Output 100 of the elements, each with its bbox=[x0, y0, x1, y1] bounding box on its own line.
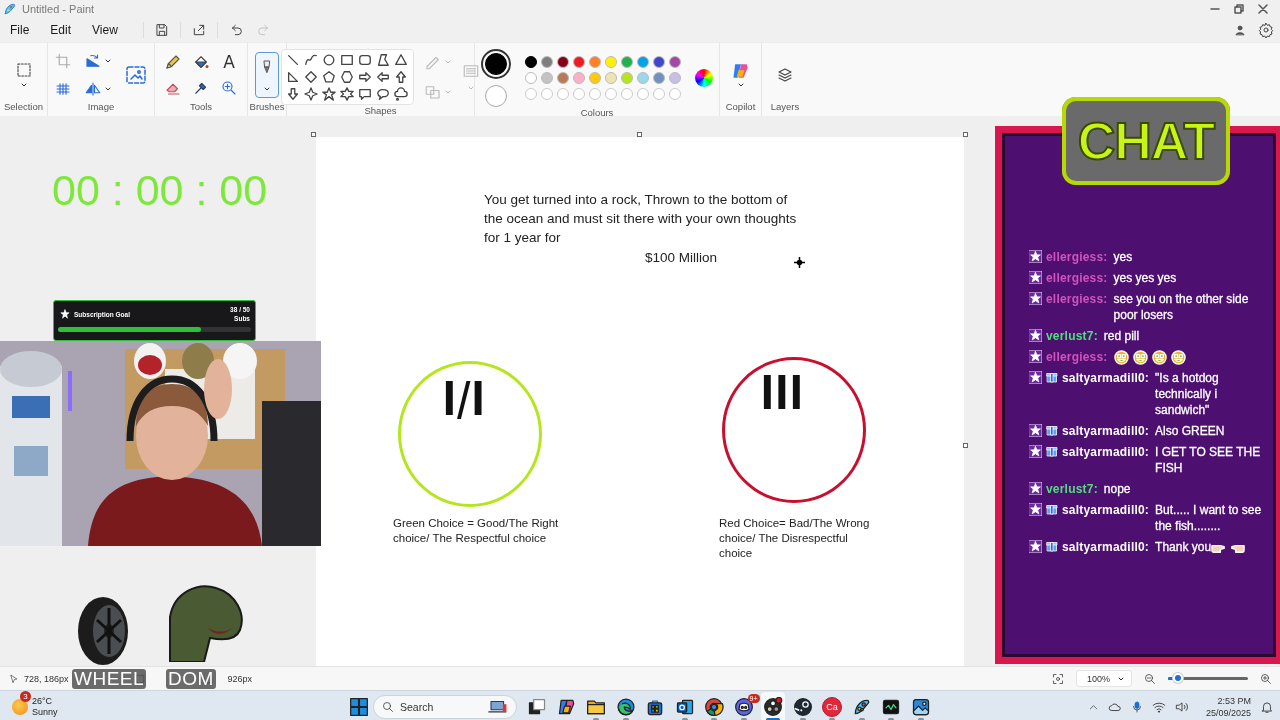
speech-bubble-icon[interactable] bbox=[358, 87, 372, 101]
brush-button[interactable] bbox=[255, 52, 279, 98]
polygon-icon[interactable] bbox=[376, 53, 390, 67]
colour-swatch[interactable] bbox=[557, 72, 569, 84]
chat-username[interactable]: ellergiess: bbox=[1046, 349, 1108, 365]
microphone-icon[interactable] bbox=[1130, 700, 1143, 714]
colour-swatch[interactable] bbox=[669, 56, 681, 68]
rotate-icon[interactable] bbox=[84, 52, 102, 70]
empty-swatch[interactable] bbox=[557, 88, 569, 100]
empty-swatch[interactable] bbox=[621, 88, 633, 100]
zoom-icon[interactable] bbox=[220, 79, 238, 97]
diamond-icon[interactable] bbox=[304, 70, 318, 84]
chat-username[interactable]: saltyarmadill0: bbox=[1062, 444, 1150, 460]
cloud-icon[interactable] bbox=[1107, 700, 1122, 714]
zoom-in-icon[interactable] bbox=[1260, 672, 1272, 685]
oval-speech-bubble-icon[interactable] bbox=[376, 87, 390, 101]
chat-username[interactable]: saltyarmadill0: bbox=[1062, 502, 1150, 518]
four-point-star-icon[interactable] bbox=[304, 87, 318, 101]
thought-bubble-icon[interactable] bbox=[394, 87, 408, 101]
account-icon[interactable] bbox=[1234, 24, 1246, 36]
six-point-star-icon[interactable] bbox=[340, 87, 354, 101]
resize-handle[interactable] bbox=[963, 443, 968, 448]
chevron-icon[interactable] bbox=[263, 85, 271, 93]
empty-swatch[interactable] bbox=[637, 88, 649, 100]
chat-username[interactable]: ellergiess: bbox=[1046, 291, 1108, 307]
wifi-icon[interactable] bbox=[1151, 700, 1166, 714]
chevron-icon[interactable] bbox=[104, 85, 112, 93]
chat-username[interactable]: ellergiess: bbox=[1046, 249, 1108, 265]
chat-username[interactable]: verlust7: bbox=[1046, 481, 1098, 497]
empty-swatch[interactable] bbox=[669, 88, 681, 100]
colour-wheel-button[interactable] bbox=[695, 69, 713, 87]
resize-handle[interactable] bbox=[637, 132, 642, 137]
fit-screen-icon[interactable] bbox=[1052, 672, 1064, 685]
taskbar-app-button[interactable]: Ca bbox=[820, 692, 844, 720]
start-button[interactable] bbox=[349, 697, 369, 717]
chat-username[interactable]: verlust7: bbox=[1046, 328, 1098, 344]
zoom-dropdown[interactable]: 100% bbox=[1076, 670, 1132, 687]
text-tool-button[interactable]: A bbox=[223, 53, 235, 71]
colour-swatch[interactable] bbox=[605, 72, 617, 84]
bell-icon[interactable] bbox=[1260, 700, 1274, 714]
rectangle-icon[interactable] bbox=[340, 53, 354, 67]
primary-colour-button[interactable] bbox=[481, 49, 511, 79]
fill-icon[interactable] bbox=[192, 53, 210, 71]
clock[interactable]: 2:53 PM 25/09/2025 bbox=[1205, 695, 1251, 719]
empty-swatch[interactable] bbox=[573, 88, 585, 100]
colour-swatch[interactable] bbox=[653, 56, 665, 68]
chevron-icon[interactable] bbox=[19, 81, 28, 89]
colour-swatch[interactable] bbox=[637, 72, 649, 84]
menu-item[interactable]: File bbox=[4, 20, 36, 40]
colour-swatch[interactable] bbox=[637, 56, 649, 68]
chat-username[interactable]: saltyarmadill0: bbox=[1062, 423, 1150, 439]
colour-swatch[interactable] bbox=[557, 56, 569, 68]
zoom-out-icon[interactable] bbox=[1144, 672, 1156, 685]
chat-username[interactable]: ellergiess: bbox=[1046, 270, 1108, 286]
left-arrow-icon[interactable] bbox=[376, 70, 390, 84]
image-icon[interactable] bbox=[124, 63, 148, 87]
colour-swatch[interactable] bbox=[525, 72, 537, 84]
pencil-icon[interactable] bbox=[164, 53, 182, 71]
down-arrow-icon[interactable] bbox=[286, 87, 300, 101]
layers-icon[interactable] bbox=[776, 66, 794, 84]
colour-swatch[interactable] bbox=[621, 72, 633, 84]
right-triangle-icon[interactable] bbox=[286, 70, 300, 84]
colour-swatch[interactable] bbox=[605, 56, 617, 68]
oval-icon[interactable] bbox=[322, 53, 336, 67]
colour-swatch[interactable] bbox=[573, 72, 585, 84]
pentagon-icon[interactable] bbox=[322, 70, 336, 84]
colour-swatch[interactable] bbox=[541, 72, 553, 84]
taskbar-app-button[interactable] bbox=[761, 692, 785, 720]
colour-swatch[interactable] bbox=[589, 72, 601, 84]
colour-swatch[interactable] bbox=[653, 72, 665, 84]
star-icon[interactable] bbox=[322, 87, 336, 101]
colour-swatch[interactable] bbox=[573, 56, 585, 68]
rounded-rectangle-icon[interactable] bbox=[358, 53, 372, 67]
right-arrow-icon[interactable] bbox=[358, 70, 372, 84]
colour-swatch[interactable] bbox=[541, 56, 553, 68]
chat-username[interactable]: saltyarmadill0: bbox=[1062, 539, 1150, 555]
line-icon[interactable] bbox=[286, 53, 300, 67]
colour-swatch[interactable] bbox=[589, 56, 601, 68]
chevron-icon[interactable] bbox=[104, 57, 112, 65]
search-field[interactable]: Search bbox=[373, 695, 517, 719]
up-arrow-icon[interactable] bbox=[394, 70, 408, 84]
curve-icon[interactable] bbox=[304, 53, 318, 67]
close-button[interactable] bbox=[1258, 4, 1268, 14]
flip-icon[interactable] bbox=[84, 80, 102, 98]
resize-handle[interactable] bbox=[311, 132, 316, 137]
empty-swatch[interactable] bbox=[653, 88, 665, 100]
resize-handle[interactable] bbox=[963, 132, 968, 137]
settings-button[interactable] bbox=[1258, 22, 1274, 38]
colour-swatch[interactable] bbox=[621, 56, 633, 68]
volume-icon[interactable] bbox=[1174, 700, 1189, 714]
empty-swatch[interactable] bbox=[589, 88, 601, 100]
colour-swatch[interactable] bbox=[669, 72, 681, 84]
chat-username[interactable]: saltyarmadill0: bbox=[1062, 370, 1150, 386]
menu-item[interactable]: View bbox=[86, 20, 124, 40]
grid-icon[interactable] bbox=[54, 80, 72, 98]
empty-swatch[interactable] bbox=[525, 88, 537, 100]
chevron-icon[interactable] bbox=[736, 81, 745, 89]
hexagon-icon[interactable] bbox=[340, 70, 354, 84]
triangle-icon[interactable] bbox=[394, 53, 408, 67]
empty-swatch[interactable] bbox=[605, 88, 617, 100]
